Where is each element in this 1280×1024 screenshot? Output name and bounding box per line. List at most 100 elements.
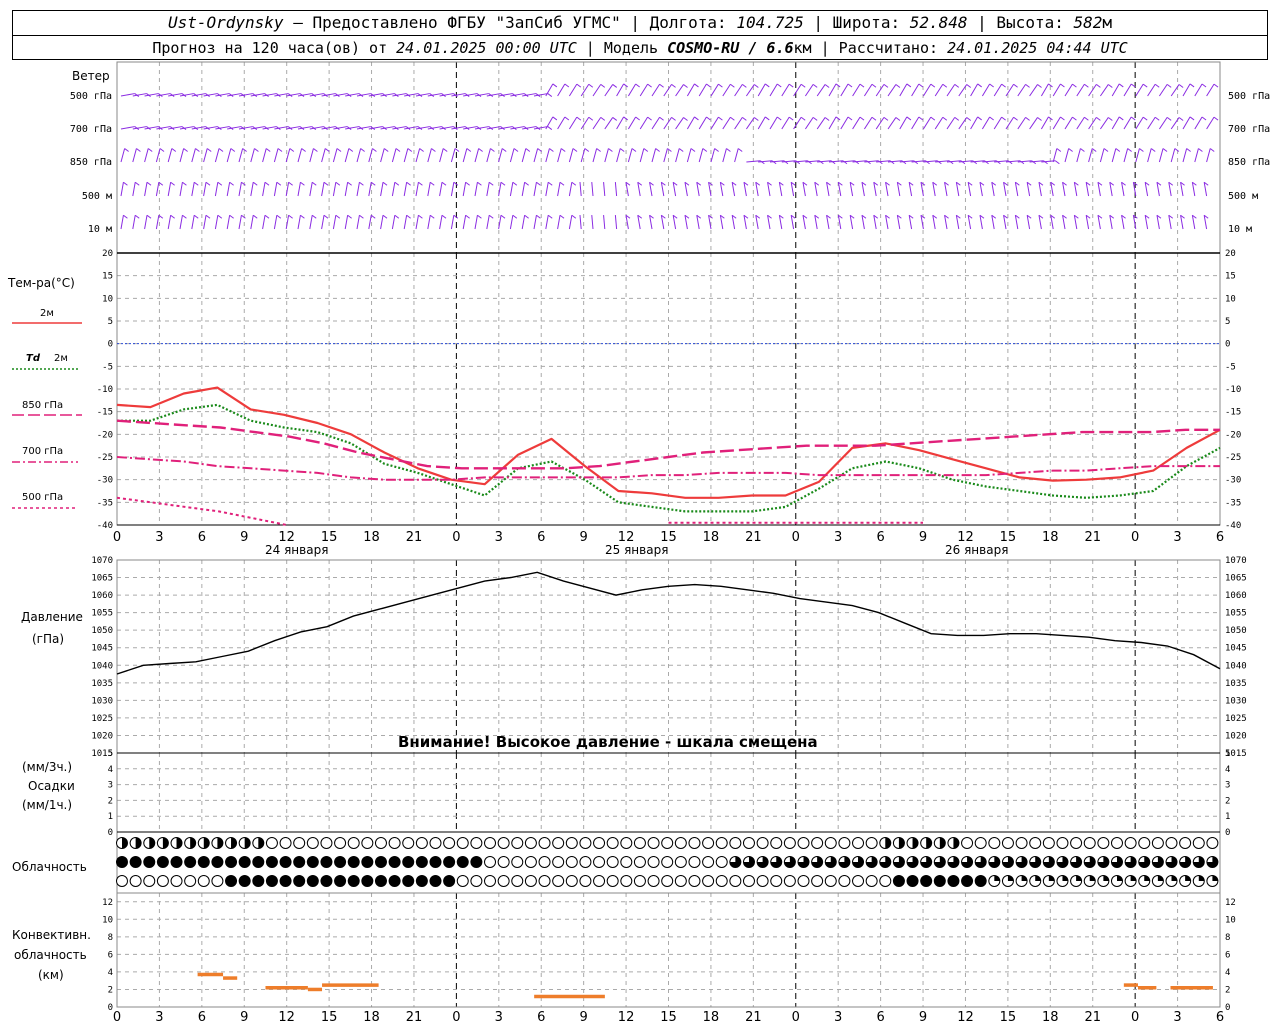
wind-barb-flag	[1178, 84, 1184, 88]
wind-barb-flag	[466, 148, 472, 152]
cloud-symbol	[511, 837, 524, 849]
ytick-left-press: 1060	[91, 591, 113, 601]
xtick-conv: 0	[113, 1010, 121, 1024]
cloud-symbol-fill	[225, 875, 237, 887]
wind-barb	[580, 116, 590, 130]
wind-level-left: 10 м	[88, 224, 112, 235]
wind-barb-flag	[547, 214, 553, 219]
xtick-conv: 3	[495, 1010, 503, 1024]
cloud-symbol	[170, 875, 183, 887]
wind-barb-flag	[406, 181, 411, 186]
wind-barb-flag	[895, 117, 901, 121]
wind-barb	[262, 182, 266, 197]
cloud-symbol-fill	[1130, 875, 1137, 881]
conv-title-1: Конвективн.	[12, 928, 91, 942]
wind-barb-flag	[718, 116, 723, 121]
wind-barb	[840, 83, 849, 97]
cloud-symbol-fill	[1035, 875, 1041, 881]
wind-barb	[816, 84, 826, 97]
wind-barb	[1147, 116, 1156, 130]
wind-barb-flag	[547, 181, 553, 186]
wind-barb-flag	[1142, 116, 1148, 121]
wind-barb-flag	[407, 148, 413, 152]
wind-barb	[1099, 148, 1105, 163]
ytick-right-press: 1070	[1225, 556, 1247, 566]
wind-barb	[203, 148, 208, 163]
wind-barb	[415, 182, 419, 197]
wind-barb-flag	[276, 214, 282, 219]
xtick-conv: 18	[363, 1010, 380, 1024]
xtick-temp: 3	[1173, 530, 1181, 545]
wind-barb-flag	[372, 148, 377, 152]
wind-barb	[1158, 148, 1164, 163]
wind-label: Ветер	[72, 69, 110, 83]
xtick-temp: 18	[1042, 530, 1059, 545]
cloud-symbol	[306, 837, 319, 849]
ytick-right-conv: 12	[1225, 898, 1236, 908]
wind-barb-flag	[918, 83, 924, 88]
wind-barb-flag	[694, 116, 699, 121]
wind-barb	[462, 148, 468, 163]
xtick-temp: 0	[113, 530, 121, 545]
wind-barb	[828, 83, 837, 97]
wind-barb	[332, 215, 337, 230]
wind-barb	[1135, 148, 1140, 163]
cloud-symbol	[511, 875, 524, 887]
wind-barb	[226, 148, 232, 163]
cloud-symbol	[797, 837, 810, 849]
cloud-symbol	[484, 837, 497, 849]
wind-barb	[179, 215, 183, 230]
legend-td-label: 2м	[54, 353, 68, 364]
wind-barb-flag	[659, 83, 664, 88]
wind-barb-flag	[678, 148, 684, 152]
wind-barb-flag	[347, 214, 352, 219]
wind-barb	[922, 116, 932, 130]
wind-barb-flag	[124, 148, 129, 152]
wind-barb	[1017, 117, 1026, 130]
legend-td-prefix: Td	[26, 353, 41, 364]
xtick-conv: 6	[1216, 1010, 1224, 1024]
wind-barb-flag	[754, 117, 759, 121]
wind-barb	[757, 83, 766, 97]
cloud-symbol	[334, 837, 347, 849]
wind-barb	[439, 182, 443, 197]
wind-barb-flag	[671, 83, 676, 88]
wind-barb-flag	[406, 214, 411, 219]
wind-barb-flag	[301, 148, 306, 152]
wind-barb-flag	[1166, 83, 1172, 88]
wind-barb-flag	[714, 148, 719, 152]
cloud-symbol-fill	[307, 875, 319, 887]
cloud-symbol-fill	[939, 837, 946, 849]
wind-barb	[545, 215, 549, 230]
cloud-symbol	[552, 875, 565, 887]
wind-barb-flag	[1142, 83, 1148, 88]
cloud-symbol	[661, 856, 674, 868]
wind-barb	[781, 116, 790, 130]
ytick-left-precip: 5	[108, 749, 113, 759]
wind-barb-flag	[572, 148, 578, 152]
wind-barb	[852, 83, 861, 97]
cloud-symbol	[579, 875, 592, 887]
wind-barb	[545, 182, 549, 197]
cloud-symbol-fill	[375, 875, 387, 887]
cloud-symbol	[811, 837, 824, 849]
wind-barb	[981, 83, 991, 97]
cloud-symbol	[1206, 837, 1219, 849]
wind-barb-flag	[1201, 83, 1207, 88]
wind-barb-flag	[193, 181, 199, 186]
meteogram: 20 2015 1510 105 50 0-5 -5-10 -10-15 -15-20 -20-2…	[7, 61, 1270, 1024]
cloud-symbol	[661, 875, 674, 887]
wind-barb-flag	[726, 148, 731, 152]
wind-barb-flag	[335, 214, 341, 219]
wind-barb-flag	[360, 148, 365, 152]
wind-barb-flag	[146, 214, 152, 219]
cloud-symbol	[1110, 837, 1123, 849]
wind-barb	[415, 148, 421, 163]
cloud-symbol-fill	[907, 875, 919, 887]
cloud-symbol-fill	[231, 837, 237, 849]
wind-barb-flag	[1115, 148, 1121, 152]
cloud-symbol	[633, 875, 646, 887]
cloud-symbol	[470, 875, 483, 887]
wind-level-right: 10 м	[1228, 224, 1252, 235]
cloud-symbol	[647, 856, 660, 868]
